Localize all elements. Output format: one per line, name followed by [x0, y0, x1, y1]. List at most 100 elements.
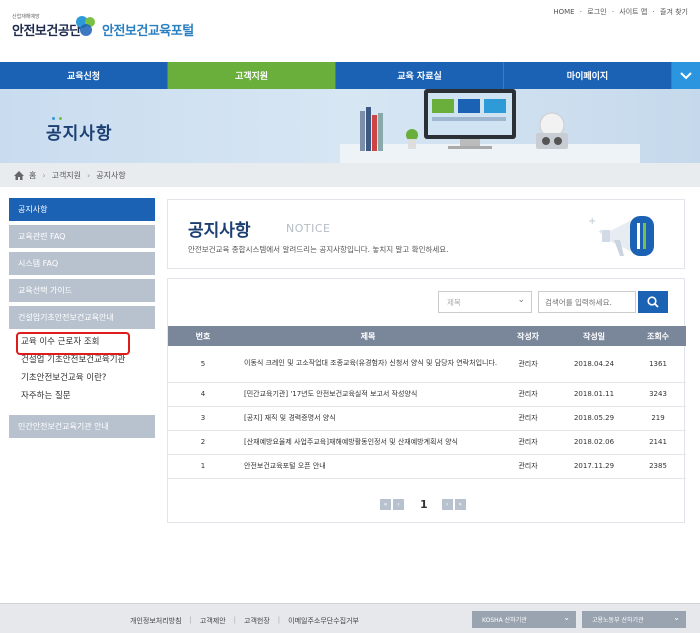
- cell-date: 2018.04.24: [558, 346, 630, 383]
- chevron-down-icon: ⌄: [517, 295, 525, 305]
- cell-date: 2017.11.29: [558, 454, 630, 479]
- cell-title-link[interactable]: 안전보건교육포털 오픈 안내: [238, 454, 498, 479]
- util-login-link[interactable]: 로그인: [587, 8, 606, 16]
- footer-suggestion-link[interactable]: 고객제안: [200, 616, 226, 626]
- cell-author: 관리자: [498, 346, 558, 383]
- kosha-logo-name: 안전보건공단: [12, 24, 81, 39]
- search-button[interactable]: [638, 291, 668, 313]
- submenu-basic-edu-what[interactable]: 기초안전보건교육 이란?: [21, 369, 155, 387]
- megaphone-icon: + +: [588, 216, 654, 256]
- col-header-title: 제목: [360, 331, 376, 341]
- submenu-faq[interactable]: 자주하는 질문: [21, 387, 155, 405]
- cell-no: 1: [168, 454, 238, 479]
- search-icon: [647, 296, 659, 308]
- search-field-value: 제목: [447, 297, 461, 307]
- notice-table: 번호 제목 작성자 작성일 조회수 5 이동식 크레인 및 고소작업대 조종교육…: [168, 326, 686, 479]
- last-page-icon[interactable]: »: [454, 499, 466, 510]
- util-favorite-link[interactable]: 즐겨 찾기: [660, 8, 688, 16]
- table-header-row: 번호 제목 작성자 작성일 조회수: [168, 326, 686, 346]
- table-row[interactable]: 3 [공지] 재직 및 경력증명서 양식 관리자 2018.05.29 219: [168, 406, 686, 431]
- table-row[interactable]: 1 안전보건교육포털 오픈 안내 관리자 2017.11.29 2385: [168, 454, 686, 479]
- breadcrumb-separator: ›: [42, 170, 46, 180]
- utility-links: HOME · 로그인 · 사이트 맵 · 즐겨 찾기: [553, 8, 688, 16]
- cell-date: 2018.05.29: [558, 406, 630, 431]
- site-header: 산업재해예방 안전보건공단 안전보건교육포털 HOME · 로그인 · 사이트 …: [0, 0, 700, 62]
- search-field-select[interactable]: 제목 ⌄: [438, 291, 532, 313]
- cell-author: 관리자: [498, 430, 558, 455]
- pagination: « ‹ 1 › »: [380, 498, 468, 511]
- next-page-icon[interactable]: ›: [441, 499, 453, 510]
- footer-moel-affiliates-select[interactable]: 고용노동부 산하기관 ⌄: [582, 611, 686, 628]
- footer-select1-value: KOSHA 산하기관: [482, 617, 527, 624]
- util-home-link[interactable]: HOME: [553, 8, 574, 16]
- banner-dots: [52, 113, 68, 120]
- cell-title-link[interactable]: [산재예방요율제 사업주교육]재해예방활동인정서 및 산재예방계획서 양식: [238, 430, 498, 455]
- chevron-down-icon: [680, 71, 692, 79]
- search-row: 제목 ⌄: [438, 291, 668, 313]
- left-menu-private-institutions[interactable]: 민간안전보건교육기관 안내: [9, 415, 155, 438]
- kosha-logo-sub: 산업재해예방: [12, 14, 40, 20]
- kosha-logo[interactable]: 산업재해예방 안전보건공단: [12, 13, 81, 39]
- footer-charter-link[interactable]: 고객헌장: [244, 616, 270, 626]
- table-row[interactable]: 5 이동식 크레인 및 고소작업대 조종교육(유경험자) 신청서 양식 및 담당…: [168, 346, 686, 383]
- table-row[interactable]: 4 [민간교육기관] '17년도 안전보건교육실적 보고서 작성양식 관리자 2…: [168, 382, 686, 407]
- search-input[interactable]: [538, 291, 636, 313]
- chevron-down-icon: ⌄: [563, 613, 570, 622]
- col-header-author: 작성자: [516, 331, 540, 341]
- svg-text:+: +: [588, 216, 596, 227]
- left-menu-edu-guide[interactable]: 교육선택 가이드: [9, 279, 155, 302]
- left-menu-notice[interactable]: 공지사항: [9, 198, 155, 221]
- footer-email-policy-link[interactable]: 이메일주소무단수집거부: [288, 616, 359, 626]
- cell-views: 1361: [630, 346, 686, 383]
- breadcrumb-level1[interactable]: 고객지원: [52, 170, 81, 181]
- cell-title-link[interactable]: [민간교육기관] '17년도 안전보건교육실적 보고서 작성양식: [238, 382, 498, 407]
- util-sitemap-link[interactable]: 사이트 맵: [619, 8, 647, 16]
- cell-title-link[interactable]: 이동식 크레인 및 고소작업대 조종교육(유경험자) 신청서 양식 및 담당자 …: [238, 346, 498, 383]
- footer-select2-value: 고용노동부 산하기관: [592, 617, 644, 624]
- home-icon[interactable]: [14, 170, 24, 180]
- cell-views: 219: [630, 406, 686, 431]
- current-page[interactable]: 1: [420, 498, 428, 511]
- footer-privacy-link[interactable]: 개인정보처리방침: [130, 616, 182, 626]
- left-menu-edu-faq[interactable]: 교육관련 FAQ: [9, 225, 155, 248]
- cell-date: 2018.01.11: [558, 382, 630, 407]
- submenu-worker-lookup[interactable]: 교육 이수 근로자 조회: [16, 332, 155, 355]
- footer-separator: |: [189, 616, 192, 624]
- portal-logo-text[interactable]: 안전보건교육포털: [102, 20, 194, 39]
- col-header-date: 작성일: [582, 331, 606, 341]
- submenu-construction-institutions[interactable]: 건설업 기초안전보건교육기관: [21, 351, 155, 369]
- cell-no: 2: [168, 430, 238, 455]
- prev-page-icon[interactable]: ‹: [393, 499, 404, 510]
- table-row[interactable]: 2 [산재예방요율제 사업주교육]재해예방활동인정서 및 산재예방계획서 양식 …: [168, 430, 686, 455]
- page-description: 안전보건교육 종합시스템에서 알려드리는 공지사항입니다. 놓치지 말고 확인하…: [188, 245, 449, 254]
- breadcrumb-home[interactable]: 홈: [29, 170, 36, 181]
- chevron-down-icon: ⌄: [673, 613, 680, 622]
- page-banner: 공지사항: [0, 89, 700, 163]
- cell-views: 2385: [630, 454, 686, 479]
- left-menu-system-faq[interactable]: 시스템 FAQ: [9, 252, 155, 275]
- footer-separator: |: [277, 616, 281, 624]
- gnb-item-resources[interactable]: 교육 자료실: [336, 62, 504, 89]
- cell-views: 2141: [630, 430, 686, 455]
- notice-header-box: 공지사항 NOTICE 안전보건교육 종합시스템에서 알려드리는 공지사항입니다…: [167, 199, 685, 269]
- cell-author: 관리자: [498, 454, 558, 479]
- banner-title: 공지사항: [46, 124, 113, 144]
- footer-kosha-affiliates-select[interactable]: KOSHA 산하기관 ⌄: [472, 611, 576, 628]
- left-menu: 공지사항 교육관련 FAQ 시스템 FAQ 교육선택 가이드 건설업기초안전보건…: [9, 198, 155, 442]
- portal-logo-icon: [76, 16, 95, 36]
- gnb-item-mypage[interactable]: 마이페이지: [504, 62, 672, 89]
- cell-no: 3: [168, 406, 238, 431]
- cell-views: 3243: [630, 382, 686, 407]
- gnb-expand-button[interactable]: [672, 62, 700, 89]
- left-menu-construction-edu[interactable]: 건설업기초안전보건교육안내: [9, 306, 155, 329]
- breadcrumb-level2[interactable]: 공지사항: [96, 170, 125, 181]
- gnb-item-customer-support[interactable]: 고객지원: [168, 62, 336, 89]
- breadcrumb: 홈 › 고객지원 › 공지사항: [0, 163, 700, 187]
- cell-no: 5: [168, 346, 238, 383]
- gnb-item-education-apply[interactable]: 교육신청: [0, 62, 168, 89]
- cell-date: 2018.02.06: [558, 430, 630, 455]
- cell-title-link[interactable]: [공지] 재직 및 경력증명서 양식: [238, 406, 498, 431]
- first-page-icon[interactable]: «: [380, 499, 391, 510]
- cell-no: 4: [168, 382, 238, 407]
- notice-list-box: 제목 ⌄ 번호 제목 작성자 작성일 조회수 5 이동식 크레인 및 고소작업대…: [167, 278, 686, 523]
